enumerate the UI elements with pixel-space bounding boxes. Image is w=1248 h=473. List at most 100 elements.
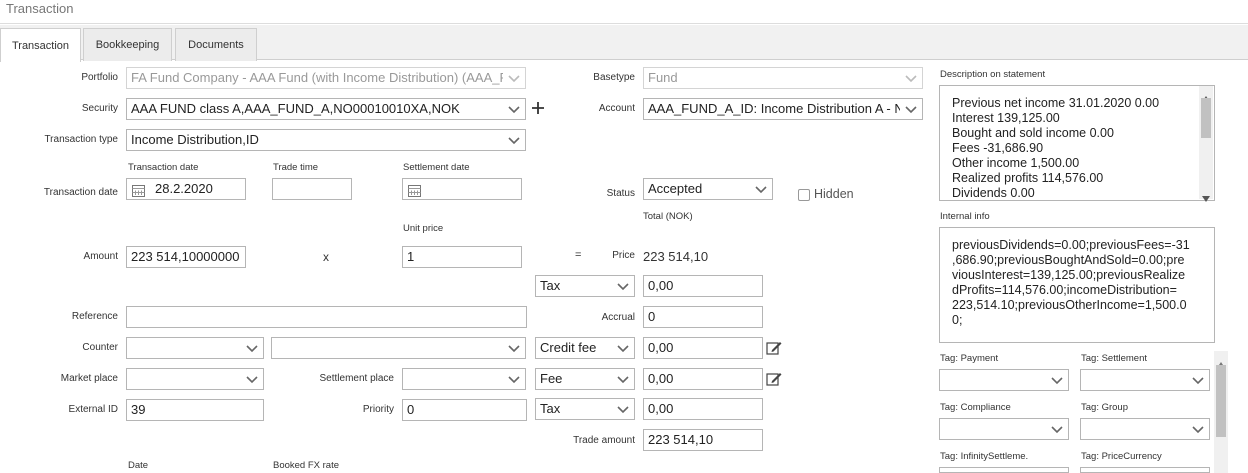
- account-value: AAA_FUND_A_ID: Income Distribution A - N…: [648, 101, 900, 116]
- description-textarea[interactable]: Previous net income 31.01.2020 0.00 Inte…: [939, 85, 1215, 201]
- market-place-select[interactable]: [126, 368, 264, 390]
- settlement-place-label: Settlement place: [319, 373, 395, 384]
- status-select[interactable]: Accepted: [643, 178, 773, 200]
- tax-amount-input[interactable]: 0,00: [643, 275, 763, 297]
- settlement-place-select[interactable]: [402, 368, 526, 390]
- hidden-label: Hidden: [814, 187, 854, 201]
- credit-fee-amount-value: 0,00: [648, 340, 674, 355]
- internal-info-textarea[interactable]: previousDividends=0.00;previousFees=-31 …: [939, 227, 1215, 343]
- internal-info-line: dProfits=114,576.00;incomeDistribution=: [952, 283, 1177, 297]
- chevron-down-icon: [508, 104, 520, 114]
- transaction-type-select[interactable]: Income Distribution,ID: [126, 129, 526, 151]
- chevron-down-icon: [508, 343, 520, 353]
- chevron-down-icon: [905, 104, 917, 114]
- settlement-date-caption: Settlement date: [403, 162, 470, 173]
- account-select[interactable]: AAA_FUND_A_ID: Income Distribution A - N…: [643, 98, 923, 120]
- fee-type-select[interactable]: Fee: [535, 368, 635, 390]
- transaction-date-caption: Transaction date: [128, 162, 199, 173]
- tax-type-select-2[interactable]: Tax: [535, 398, 635, 420]
- tag-infinitysettlement-select[interactable]: [939, 467, 1069, 473]
- total-nok-caption: Total (NOK): [643, 211, 693, 222]
- calendar-icon[interactable]: [408, 183, 421, 199]
- fee-amount-input[interactable]: 0,00: [643, 368, 763, 390]
- calendar-icon[interactable]: [132, 183, 145, 199]
- security-select[interactable]: AAA FUND class A,AAA_FUND_A,NO00010010XA…: [126, 98, 526, 120]
- counter-account-select[interactable]: [271, 337, 526, 359]
- trade-time-input[interactable]: [272, 178, 352, 200]
- tag-payment-select[interactable]: [939, 369, 1069, 391]
- internal-info-line: ,686.90;previousBoughtAndSold=0.00;pre: [952, 253, 1185, 267]
- accrual-label: Accrual: [601, 312, 635, 323]
- chevron-down-icon: [1192, 375, 1204, 385]
- tax-type-select[interactable]: Tax: [535, 275, 635, 297]
- chevron-down-icon: [508, 73, 520, 83]
- portfolio-value: FA Fund Company - AAA Fund (with Income …: [131, 70, 503, 85]
- internal-info-line: viousInterest=139,125.00;previousRealize: [952, 268, 1186, 282]
- internal-info-line: previousDividends=0.00;previousFees=-31: [952, 238, 1190, 252]
- multiply-sign: x: [323, 250, 329, 264]
- tag-settlement-select[interactable]: [1080, 369, 1210, 391]
- account-label: Account: [598, 103, 635, 114]
- accrual-input[interactable]: 0: [643, 306, 763, 328]
- window-titlebar: Transaction: [0, 0, 1248, 24]
- market-place-label: Market place: [60, 373, 118, 384]
- description-line: Realized profits 114,576.00: [952, 171, 1104, 185]
- credit-fee-type-select[interactable]: Credit fee: [535, 337, 635, 359]
- hidden-checkbox[interactable]: [798, 189, 810, 201]
- scroll-down-arrow-icon[interactable]: [1202, 189, 1210, 207]
- tax-amount-value: 0,00: [648, 278, 674, 293]
- edit-icon[interactable]: [766, 340, 782, 361]
- chevron-down-icon: [1192, 424, 1204, 434]
- fee-amount-value: 0,00: [648, 371, 674, 386]
- tag-payment-label: Tag: Payment: [940, 353, 999, 364]
- transaction-date-value: 28.2.2020: [155, 181, 213, 196]
- reference-input[interactable]: [126, 306, 527, 328]
- tag-infinitysettlement-label: Tag: InfinitySettleme.: [940, 451, 1029, 462]
- tab-transaction[interactable]: Transaction: [0, 28, 81, 62]
- priority-input[interactable]: 0: [402, 399, 527, 421]
- tags-scroll-thumb[interactable]: [1216, 365, 1226, 437]
- priority-label: Priority: [362, 404, 394, 415]
- booked-fx-rate-caption: Booked FX rate: [273, 460, 340, 471]
- external-id-input[interactable]: 39: [126, 399, 264, 421]
- security-value: AAA FUND class A,AAA_FUND_A,NO00010010XA…: [131, 101, 460, 116]
- transaction-type-label: Transaction type: [44, 134, 118, 145]
- trade-time-caption: Trade time: [273, 162, 319, 173]
- tax-amount-input-2[interactable]: 0,00: [643, 398, 763, 420]
- tab-bar: Transaction Bookkeeping Documents: [0, 25, 1248, 62]
- plus-icon[interactable]: [531, 101, 545, 120]
- external-id-label: External ID: [68, 404, 118, 415]
- settlement-date-input[interactable]: [402, 178, 522, 200]
- fee-type-value: Fee: [540, 371, 563, 386]
- chevron-down-icon: [617, 281, 629, 291]
- accrual-value: 0: [648, 309, 656, 324]
- tags-scrollbar[interactable]: [1214, 351, 1228, 473]
- date-caption: Date: [128, 460, 149, 471]
- chevron-down-icon: [617, 374, 629, 384]
- tag-group-select[interactable]: [1080, 418, 1210, 440]
- edit-icon[interactable]: [766, 371, 782, 392]
- trade-amount-label: Trade amount: [573, 435, 635, 446]
- trade-amount-input[interactable]: 223 514,10: [643, 429, 763, 451]
- description-line: Dividends 0.00: [952, 186, 1035, 200]
- portfolio-select[interactable]: FA Fund Company - AAA Fund (with Income …: [126, 67, 526, 89]
- amount-input[interactable]: 223 514,10000000: [126, 246, 246, 268]
- tag-compliance-label: Tag: Compliance: [940, 402, 1011, 413]
- tag-compliance-select[interactable]: [939, 418, 1069, 440]
- unit-price-caption: Unit price: [403, 223, 444, 234]
- tag-settlement-label: Tag: Settlement: [1081, 353, 1148, 364]
- chevron-down-icon: [246, 343, 258, 353]
- tab-bookkeeping[interactable]: Bookkeeping: [83, 28, 172, 61]
- basetype-select[interactable]: Fund: [643, 67, 923, 89]
- credit-fee-amount-input[interactable]: 0,00: [643, 337, 763, 359]
- basetype-value: Fund: [648, 70, 678, 85]
- chevron-down-icon: [617, 343, 629, 353]
- tab-documents[interactable]: Documents: [175, 28, 257, 61]
- transaction-date-input[interactable]: 28.2.2020: [126, 178, 246, 200]
- tag-pricecurrency-select[interactable]: [1080, 467, 1210, 473]
- description-scroll-thumb[interactable]: [1201, 98, 1211, 138]
- internal-info-label: Internal info: [940, 211, 990, 222]
- description-scrollbar[interactable]: [1199, 86, 1213, 202]
- unit-price-input[interactable]: 1: [402, 246, 522, 268]
- counter-select[interactable]: [126, 337, 264, 359]
